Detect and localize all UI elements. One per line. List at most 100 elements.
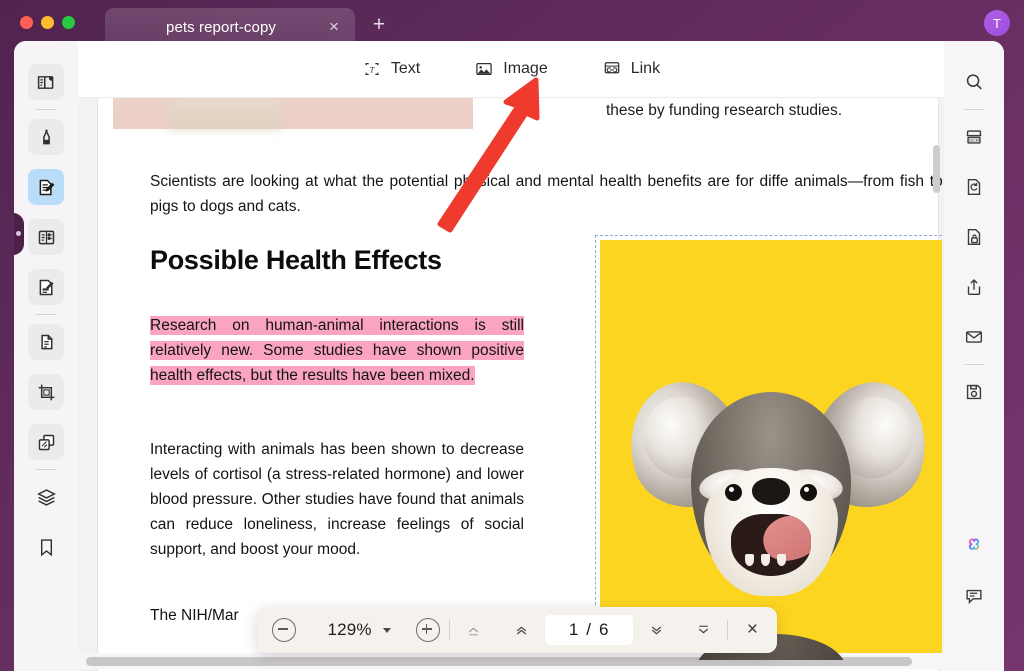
sidebar-item-edit-text[interactable] [28, 169, 64, 205]
sidebar-item-compare[interactable] [28, 424, 64, 460]
dog-tooth-3 [777, 554, 786, 566]
paragraph-scientists[interactable]: Scientists are looking at what the poten… [150, 169, 944, 219]
vertical-scrollbar[interactable] [933, 145, 940, 193]
zoom-level-dropdown[interactable]: 129% [312, 620, 406, 640]
right-rail-separator-2 [964, 364, 984, 365]
form-list-icon [38, 230, 54, 244]
add-text-button[interactable]: T Text [356, 54, 426, 84]
highlight-span: Research on human-animal interactions is… [150, 316, 524, 385]
avatar[interactable]: T [984, 10, 1010, 36]
layers-icon [36, 488, 56, 506]
dog-head [691, 392, 851, 596]
close-toolbar-button[interactable]: × [728, 619, 777, 641]
sidebar-item-crop[interactable] [28, 374, 64, 410]
sidebar-item-reader-view[interactable] [28, 64, 64, 100]
current-page-value: 1 [568, 620, 579, 639]
rail-separator-3 [36, 469, 56, 470]
svg-text:OCR: OCR [969, 138, 980, 143]
close-tab-icon[interactable]: × [319, 12, 349, 42]
minimize-window-button[interactable] [41, 16, 54, 29]
lock-document-icon [967, 228, 981, 246]
new-tab-icon[interactable]: + [368, 13, 390, 36]
total-pages-value: 6 [599, 620, 609, 639]
double-chevron-up-line-icon [469, 627, 479, 635]
double-chevron-up-icon [516, 625, 526, 635]
dog-eye-left [725, 484, 742, 501]
envelope-icon [965, 331, 983, 343]
ocr-icon: OCR [966, 130, 982, 144]
dog-tooth-1 [745, 554, 754, 566]
dog-mouth [731, 514, 811, 576]
section-heading[interactable]: Possible Health Effects [150, 245, 442, 276]
dog-muzzle [704, 468, 838, 596]
image-icon [476, 62, 492, 76]
app-body: OCR T Text Image Link these by funding r… [14, 41, 1004, 671]
ai-clover-icon [968, 538, 980, 550]
crop-icon [38, 384, 54, 400]
paragraph-highlighted[interactable]: Research on human-animal interactions is… [150, 313, 524, 388]
sidebar-item-organize-pages[interactable] [28, 324, 64, 360]
left-toolbar [14, 41, 79, 671]
selected-image-frame[interactable] [595, 235, 944, 665]
page-copy-icon [40, 334, 52, 349]
right-item-protect[interactable] [956, 219, 992, 255]
zoom-in-button[interactable] [406, 618, 449, 642]
right-item-email[interactable] [956, 319, 992, 355]
document-tab-label: pets report-copy [166, 18, 276, 36]
close-window-button[interactable] [20, 16, 33, 29]
right-rail-separator [964, 109, 984, 110]
page-number-input[interactable]: 1 / 6 [544, 615, 633, 645]
next-page-button[interactable] [633, 622, 680, 639]
right-toolbar: OCR [943, 41, 1004, 671]
right-item-share[interactable] [956, 269, 992, 305]
dog-photo[interactable] [600, 240, 942, 660]
rail-separator [36, 109, 56, 110]
document-tab[interactable]: pets report-copy × [105, 8, 355, 46]
search-icon [966, 74, 982, 90]
document-page: for Pet Nutrition to answer question the… [98, 97, 944, 671]
previous-page-button[interactable] [498, 622, 545, 639]
add-image-button[interactable]: Image [468, 54, 553, 84]
window-controls [20, 16, 75, 29]
link-icon [604, 62, 620, 74]
plus-circle-icon [415, 618, 440, 642]
page-navigation-toolbar: 129% 1 / 6 × [257, 607, 777, 653]
sidebar-item-layers[interactable] [28, 479, 64, 515]
zoom-out-button[interactable] [257, 618, 312, 642]
dog-tooth-2 [761, 554, 770, 566]
share-upload-icon [967, 279, 981, 296]
right-item-ai-assistant[interactable] [956, 528, 992, 564]
right-item-ocr[interactable]: OCR [956, 119, 992, 155]
add-text-label: Text [390, 60, 421, 77]
svg-text:T: T [370, 65, 376, 74]
last-page-button[interactable] [680, 622, 727, 639]
sidebar-item-bookmarks[interactable] [28, 529, 64, 565]
content-edit-action-bar: T Text Image Link [78, 41, 944, 98]
first-page-button[interactable] [450, 622, 497, 639]
document-edit-icon [39, 179, 54, 195]
minus-circle-icon [272, 618, 297, 642]
comment-icon [966, 589, 982, 605]
clipped-line-two: these by funding research studies. [606, 102, 843, 119]
sidebar-item-highlight[interactable] [28, 119, 64, 155]
book-open-icon [37, 75, 53, 89]
maximize-window-button[interactable] [62, 16, 75, 29]
floppy-save-icon [966, 384, 982, 400]
right-item-comments[interactable] [956, 578, 992, 614]
compare-pages-icon [38, 434, 54, 450]
double-chevron-down-line-icon [698, 625, 709, 633]
document-viewport[interactable]: for Pet Nutrition to answer question the… [78, 97, 944, 671]
title-bar: pets report-copy × + T [0, 0, 1024, 46]
paragraph-interacting[interactable]: Interacting with animals has been shown … [150, 437, 524, 562]
right-item-save[interactable] [956, 374, 992, 410]
application-window: pets report-copy × + T OCR T Text Image … [0, 0, 1024, 671]
sidebar-item-sign[interactable] [28, 269, 64, 305]
add-link-button[interactable]: Link [596, 54, 666, 84]
top-banner-image[interactable] [113, 97, 473, 129]
right-item-search[interactable] [956, 64, 992, 100]
sidebar-collapse-handle[interactable] [14, 213, 24, 255]
right-item-convert[interactable] [956, 169, 992, 205]
clipped-right-column: for Pet Nutrition to answer question the… [606, 97, 944, 124]
sidebar-item-form-fields[interactable] [28, 219, 64, 255]
zoom-level-value: 129% [327, 620, 372, 639]
